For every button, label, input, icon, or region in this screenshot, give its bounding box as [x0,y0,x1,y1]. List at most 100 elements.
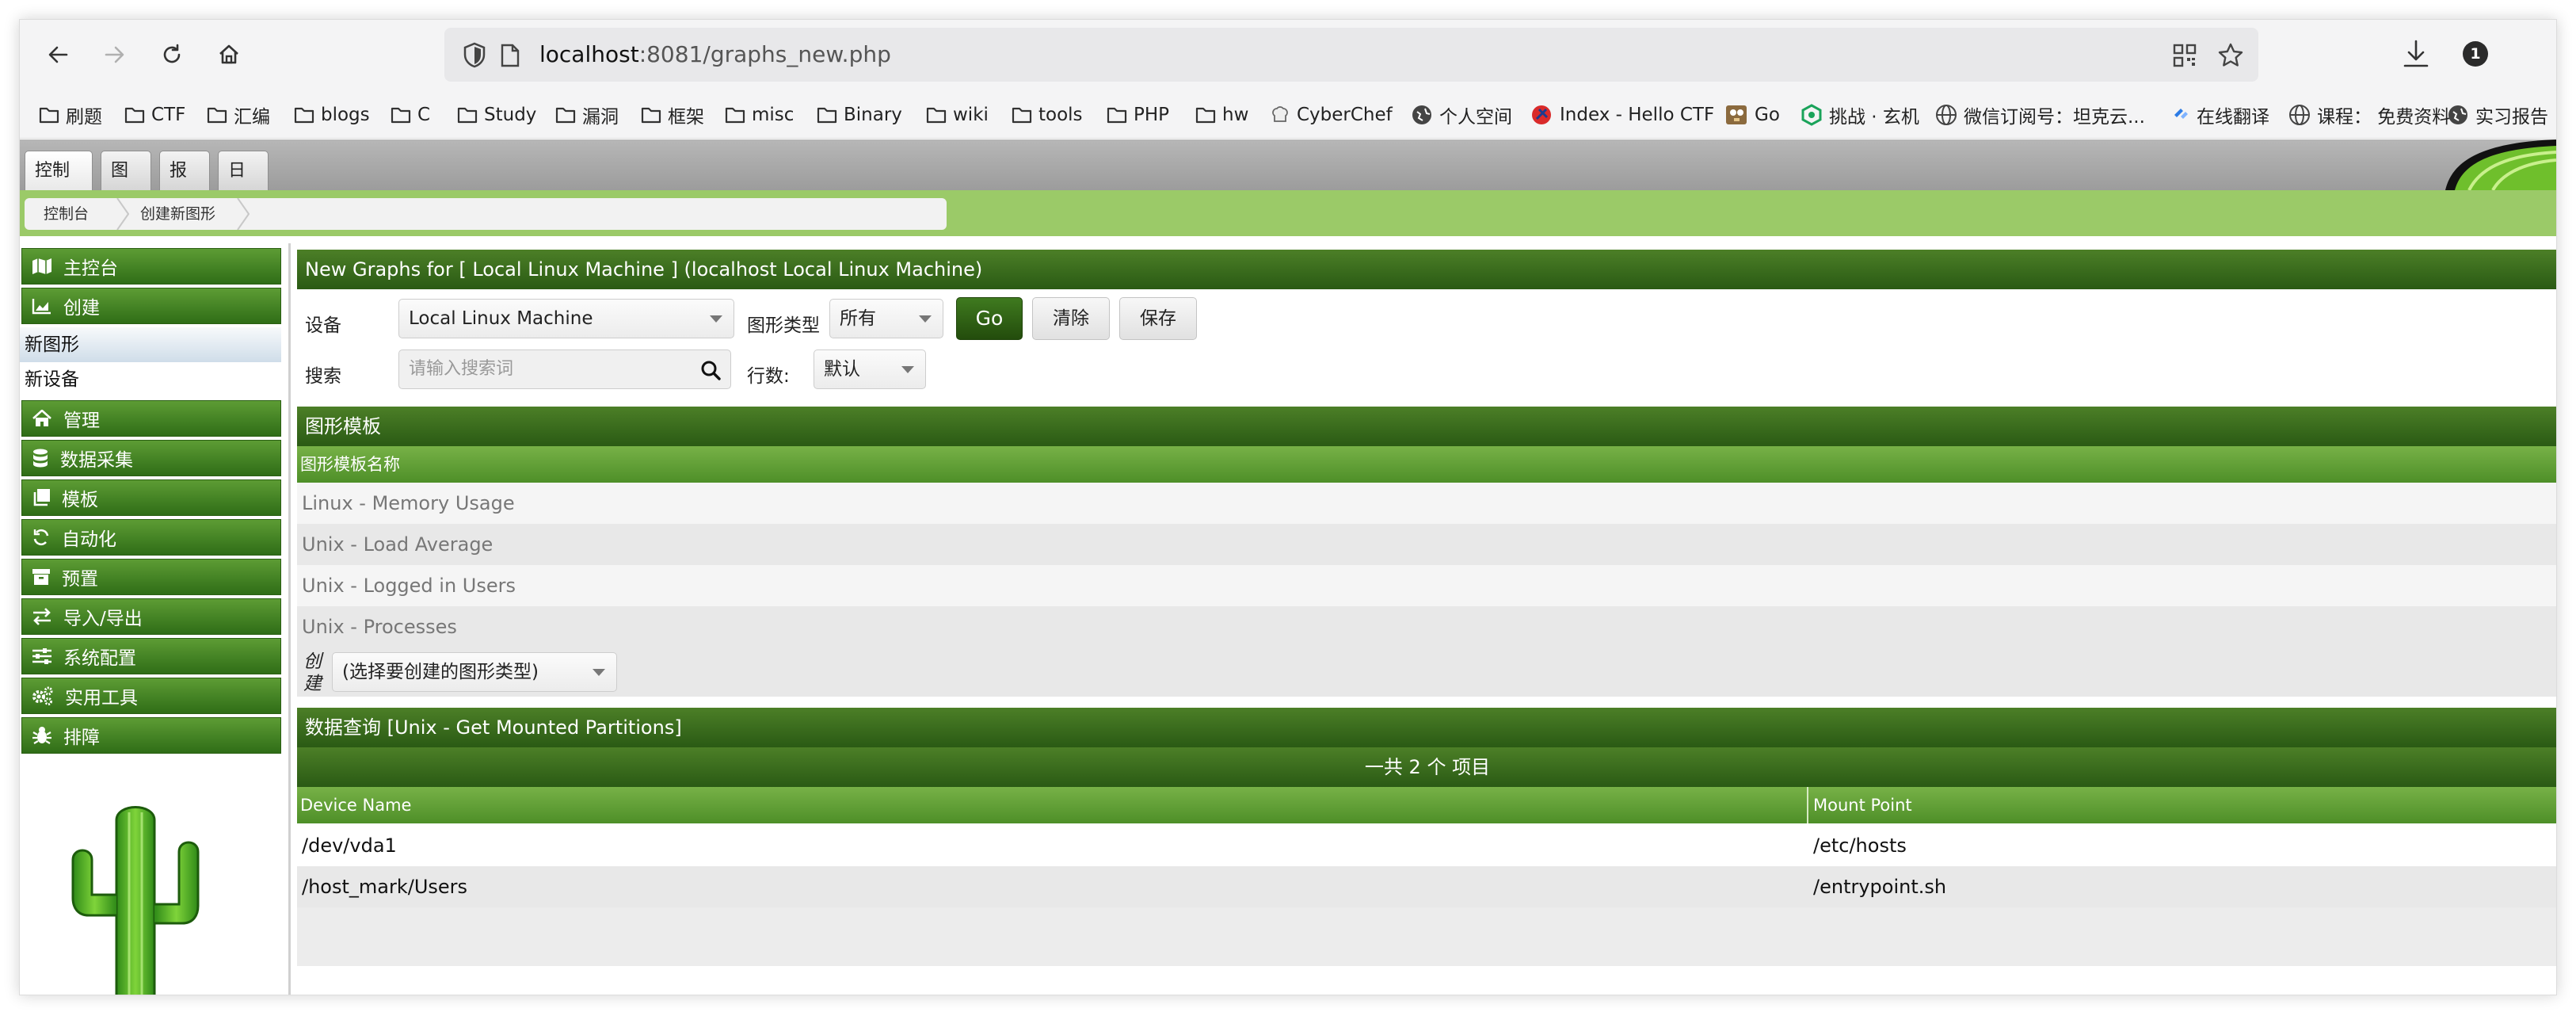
column-divider [1807,787,1808,823]
bookmark-folder[interactable]: misc [725,99,794,131]
menu-templates[interactable]: 模板 [21,479,281,516]
menu-new-graphs[interactable]: 新图形 [20,327,281,362]
archive-icon [32,569,50,585]
bookmark-folder[interactable]: Study [457,99,536,131]
menu-troubleshooting[interactable]: 排障 [21,717,281,754]
address-bar[interactable]: localhost:8081/graphs_new.php [444,28,2258,82]
table-row[interactable]: /dev/vda1 /etc/hosts [297,825,2556,866]
folder-icon [294,107,314,124]
breadcrumb-bar: 控制台 创建新图形 [20,190,2556,236]
menu-automation[interactable]: 自动化 [21,519,281,556]
tab-graphs[interactable]: 图形 [101,151,151,220]
bookmark-folder[interactable]: PHP [1107,99,1169,131]
device-name-column[interactable]: Device Name [300,787,411,823]
bookmark-link[interactable]: CyberChef [1270,99,1393,131]
device-name-cell: /dev/vda1 [302,835,397,857]
bookmark-link[interactable]: Index - Hello CTF [1530,99,1714,131]
chevron-down-icon [593,669,605,676]
bookmark-link[interactable]: 实习报告 [2447,99,2548,131]
bookmark-folder[interactable]: 框架 [641,99,704,131]
graph-templates-header: 图形模板 [297,407,2556,446]
bookmark-folder[interactable]: tools [1012,99,1083,131]
tab-logs[interactable]: 日志 [218,151,269,220]
exchange-icon [33,608,51,625]
back-icon[interactable] [39,36,77,74]
cacti-tab-bar: 控制台 图形 报告 日志 [20,139,2556,220]
helloctf-logo-icon [1532,105,1551,124]
graph-type-select[interactable]: 所有 [829,299,943,338]
item-count: 一共 2 个 项目 [297,747,2556,787]
graph-template-row[interactable]: Unix - Processes [297,606,2556,647]
qr-code-icon[interactable] [2173,44,2197,71]
browser-window: localhost:8081/graphs_new.php 1 刷题 CTF 汇… [19,19,2557,995]
bookmark-link[interactable]: 课程： 免费资料 [2288,99,2450,131]
folder-icon [555,107,576,124]
bookmark-folder[interactable]: 刷题 [39,99,102,131]
bookmark-folder[interactable]: CTF [124,99,185,131]
device-select[interactable]: Local Linux Machine [398,299,734,338]
globe-icon [1412,105,1431,124]
graph-type-create-select[interactable]: (选择要创建的图形类型) [332,652,617,692]
go-button[interactable]: Go [956,297,1023,340]
account-badge[interactable]: 1 [2463,41,2488,67]
mount-point-cell: /etc/hosts [1813,835,1907,857]
sync-icon [33,529,49,546]
table-footer [297,907,2556,966]
breadcrumb-console[interactable]: 控制台 [44,198,89,230]
menu-new-device[interactable]: 新设备 [20,362,281,397]
menu-console[interactable]: 主控台 [21,248,281,285]
bookmark-folder[interactable]: wiki [926,99,989,131]
bookmark-star-icon[interactable] [2217,42,2244,72]
menu-management[interactable]: 管理 [21,400,281,437]
bookmark-folder[interactable]: hw [1195,99,1248,131]
breadcrumb: 控制台 创建新图形 [25,198,947,230]
translate-icon [2174,109,2188,119]
url-text: localhost:8081/graphs_new.php [539,41,891,67]
shield-icon[interactable] [462,42,487,72]
graph-template-row[interactable]: Linux - Memory Usage [297,483,2556,524]
breadcrumb-create-graph[interactable]: 创建新图形 [140,198,215,230]
breadcrumb-separator-icon [237,198,250,230]
map-icon [32,258,51,274]
bookmark-link[interactable]: 个人空间 [1411,99,1512,131]
copy-icon [33,489,50,506]
page-info-icon[interactable] [500,44,520,71]
save-button[interactable]: 保存 [1119,297,1197,340]
folder-icon [457,107,478,124]
tab-console[interactable]: 控制台 [25,151,93,220]
menu-create[interactable]: 创建 [21,288,281,324]
search-input[interactable]: 请输入搜索词 [398,349,731,389]
clear-button[interactable]: 清除 [1032,297,1110,340]
downloads-icon[interactable] [2403,39,2429,72]
menu-import-export[interactable]: 导入/导出 [21,598,281,635]
device-name-cell: /host_mark/Users [302,876,468,898]
search-icon[interactable] [700,360,721,380]
bookmark-folder[interactable]: 漏洞 [555,99,619,131]
menu-presets[interactable]: 预置 [21,559,281,595]
bookmark-link[interactable]: Go [1724,99,1780,131]
menu-utilities[interactable]: 实用工具 [21,678,281,714]
forward-icon[interactable] [96,36,134,74]
bookmark-folder[interactable]: 汇编 [207,99,270,131]
bookmark-link[interactable]: 在线翻译 [2171,99,2269,131]
globe-icon [1936,105,1957,125]
bookmark-folder[interactable]: C [391,99,430,131]
menu-configuration[interactable]: 系统配置 [21,638,281,674]
folder-icon [1012,107,1032,124]
mount-point-column[interactable]: Mount Point [1813,787,1912,823]
folder-icon [124,107,145,124]
menu-data-collection[interactable]: 数据采集 [21,440,281,476]
bookmark-folder[interactable]: Binary [817,99,902,131]
table-row[interactable]: /host_mark/Users /entrypoint.sh [297,866,2556,907]
rows-select[interactable]: 默认 [814,349,926,389]
home-icon[interactable] [210,36,248,74]
bookmark-link[interactable]: 微信订阅号：坦克云... [1935,99,2145,131]
bookmark-folder[interactable]: blogs [294,99,370,131]
reload-icon[interactable] [153,36,191,74]
graph-template-row[interactable]: Unix - Logged in Users [297,565,2556,606]
tab-reports[interactable]: 报告 [159,151,210,220]
bookmark-link[interactable]: 挑战 · 玄机 [1801,99,1919,131]
graph-template-row[interactable]: Unix - Load Average [297,524,2556,565]
chevron-down-icon [710,315,722,323]
bookmarks-bar: 刷题 CTF 汇编 blogs C Study 漏洞 框架 misc Binar… [20,90,2556,139]
